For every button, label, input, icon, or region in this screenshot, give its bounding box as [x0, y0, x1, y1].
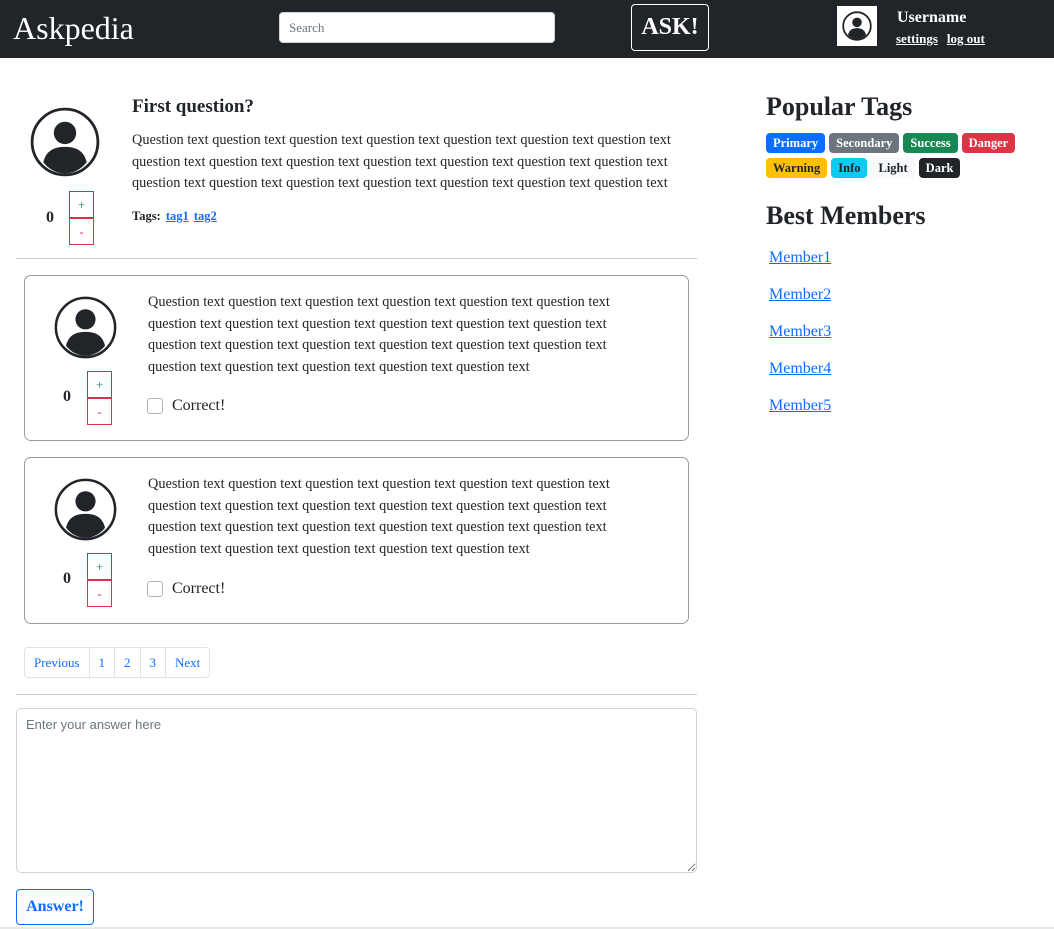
answer-vote-count: 0	[63, 388, 71, 405]
question-vote-count: 0	[46, 209, 54, 226]
question-text: Question text question text question tex…	[132, 132, 671, 192]
brand-logo[interactable]: Askpedia	[13, 8, 134, 48]
question-tags: Tags: tag1 tag2	[132, 209, 217, 224]
tag-badge-primary[interactable]: Primary	[766, 133, 826, 153]
answer-textarea[interactable]	[16, 708, 697, 873]
page-3[interactable]: 3	[139, 647, 166, 678]
divider	[16, 258, 697, 259]
answer-downvote-button[interactable]: -	[87, 580, 112, 607]
answer-author-avatar-icon	[54, 478, 117, 541]
tags-label: Tags:	[132, 209, 161, 223]
correct-label: Correct!	[172, 580, 226, 597]
answer-upvote-button[interactable]: +	[87, 553, 112, 580]
answer-text: Question text question text question tex…	[148, 476, 610, 558]
correct-toggle[interactable]: Correct!	[147, 397, 225, 415]
answer-card: 0 + - Question text question text questi…	[24, 457, 689, 624]
answer-card: 0 + - Question text question text questi…	[24, 275, 689, 441]
popular-tags-list: Primary Secondary Success Danger Warning…	[766, 133, 1036, 178]
member-link[interactable]: Member1	[769, 249, 831, 286]
page-previous[interactable]: Previous	[24, 647, 90, 678]
answer-text: Question text question text question tex…	[148, 294, 610, 376]
username-label: Username	[897, 9, 967, 26]
tag-badge-info[interactable]: Info	[831, 158, 868, 178]
question-author-avatar-icon	[30, 107, 100, 177]
correct-checkbox[interactable]	[147, 581, 163, 597]
member-link[interactable]: Member4	[769, 360, 831, 397]
page-2[interactable]: 2	[114, 647, 141, 678]
pagination: Previous 1 2 3 Next	[24, 647, 211, 678]
divider	[16, 694, 697, 695]
member-link[interactable]: Member5	[769, 397, 831, 434]
answer-vote-count: 0	[63, 570, 71, 587]
logout-link[interactable]: log out	[947, 31, 985, 46]
question-title: First question?	[132, 96, 254, 117]
correct-toggle[interactable]: Correct!	[147, 580, 225, 598]
correct-checkbox[interactable]	[147, 398, 163, 414]
page-1[interactable]: 1	[88, 647, 115, 678]
ask-button[interactable]: ASK!	[631, 4, 709, 51]
question-downvote-button[interactable]: -	[69, 218, 94, 245]
best-members-list: Member1 Member2 Member3 Member4 Member5	[769, 249, 831, 434]
tag-link[interactable]: tag1	[166, 209, 189, 223]
tag-badge-success[interactable]: Success	[903, 133, 958, 153]
user-avatar[interactable]	[837, 6, 877, 46]
correct-label: Correct!	[172, 397, 226, 414]
tag-badge-danger[interactable]: Danger	[961, 133, 1016, 153]
popular-tags-title: Popular Tags	[766, 92, 913, 121]
tag-badge-secondary[interactable]: Secondary	[829, 133, 900, 153]
page-next[interactable]: Next	[165, 647, 211, 678]
search-input[interactable]	[279, 12, 555, 43]
user-avatar-icon	[842, 11, 872, 41]
member-link[interactable]: Member3	[769, 323, 831, 360]
tag-badge-dark[interactable]: Dark	[918, 158, 961, 178]
answer-downvote-button[interactable]: -	[87, 398, 112, 425]
best-members-title: Best Members	[766, 201, 926, 230]
user-links: settings log out	[896, 31, 994, 47]
submit-answer-button[interactable]: Answer!	[16, 889, 94, 925]
tag-badge-light[interactable]: Light	[871, 158, 915, 178]
tag-link[interactable]: tag2	[194, 209, 217, 223]
answer-author-avatar-icon	[54, 296, 117, 359]
answer-upvote-button[interactable]: +	[87, 371, 112, 398]
settings-link[interactable]: settings	[896, 31, 938, 46]
member-link[interactable]: Member2	[769, 286, 831, 323]
top-navbar: Askpedia ASK! Username settings log out	[0, 0, 1054, 58]
question-upvote-button[interactable]: +	[69, 191, 94, 218]
tag-badge-warning[interactable]: Warning	[766, 158, 828, 178]
